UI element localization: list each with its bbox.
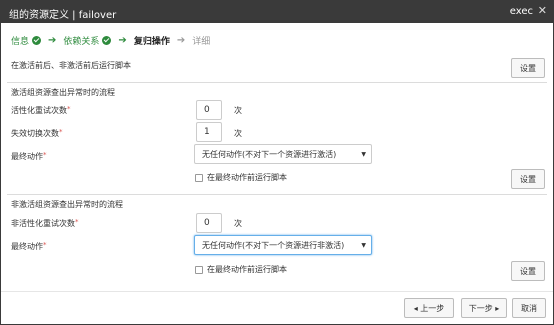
required-mark: * <box>59 128 63 136</box>
activation-retry-input[interactable]: 0 <box>196 100 222 120</box>
deactivation-settings-button-label: 设置 <box>520 266 536 276</box>
deactivation-settings-button[interactable]: 设置 <box>511 261 545 281</box>
divider <box>7 82 547 83</box>
wizard-steps: 信息 ➔ 依赖关系 ➔ 复归操作 ➔ 详细 <box>11 33 210 47</box>
deactivation-retry-unit: 次 <box>234 219 242 228</box>
step-dependency[interactable]: 依赖关系 <box>63 34 112 47</box>
checkbox-box[interactable] <box>195 173 203 182</box>
failover-count-unit: 次 <box>234 129 242 138</box>
required-mark: * <box>67 105 71 113</box>
step-recovery-label: 复归操作 <box>133 36 170 47</box>
activation-retry-label: 活性化重试次数* <box>11 105 71 115</box>
deactivation-final-action-select[interactable]: 无任何动作(不对下一个资源进行非激活) ▼ <box>194 235 372 255</box>
step-detail: 详细 <box>192 34 210 47</box>
failover-count-input[interactable]: 1 <box>196 122 222 142</box>
script-description: 在激活前后、非激活前后运行脚本 <box>11 61 131 70</box>
next-button-label: 下一步 ▸ <box>468 303 500 313</box>
deactivation-retry-value: 0 <box>204 218 210 228</box>
window-title: 组的资源定义 | failover <box>9 10 117 21</box>
divider <box>7 194 547 195</box>
activation-settings-button[interactable]: 设置 <box>511 169 545 189</box>
step-dependency-label: 依赖关系 <box>63 36 100 47</box>
step-info-label: 信息 <box>11 36 30 47</box>
deactivation-section-title: 非激活组资源查出异常时的流程 <box>11 200 123 209</box>
deactivation-final-action-value: 无任何动作(不对下一个资源进行非激活) <box>202 240 345 250</box>
activation-retry-value: 0 <box>204 105 210 115</box>
step-recovery: 复归操作 <box>134 34 170 47</box>
deactivation-final-action-label: 最终动作* <box>11 241 47 251</box>
next-button[interactable]: 下一步 ▸ <box>461 298 507 318</box>
activation-settings-button-label: 设置 <box>520 174 536 184</box>
script-settings-button[interactable]: 设置 <box>511 58 545 78</box>
activation-script-checkbox[interactable]: 在最终动作前运行脚本 <box>195 172 287 183</box>
footer-divider <box>1 291 553 292</box>
resource-definition-dialog: 组的资源定义 | failover exec ✕ 信息 ➔ 依赖关系 ➔ 复归操… <box>0 0 554 325</box>
check-circle-icon <box>32 35 42 45</box>
activation-script-checkbox-label: 在最终动作前运行脚本 <box>207 173 287 182</box>
prev-button[interactable]: ◂ 上一步 <box>404 298 454 318</box>
arrow-right-icon: ➔ <box>118 34 127 46</box>
step-info[interactable]: 信息 <box>11 34 42 47</box>
deactivation-script-checkbox-label: 在最终动作前运行脚本 <box>207 265 287 274</box>
failover-count-label: 失效切换次数* <box>11 128 63 138</box>
check-circle-icon <box>102 35 112 45</box>
activation-final-action-label: 最终动作* <box>11 151 47 161</box>
activation-final-action-select[interactable]: 无任何动作(不对下一个资源进行激活) ▼ <box>194 144 372 164</box>
resource-type-label: exec <box>509 6 533 17</box>
arrow-right-icon: ➔ <box>48 34 57 46</box>
chevron-down-icon: ▼ <box>361 242 366 249</box>
failover-count-value: 1 <box>204 127 210 137</box>
arrow-right-icon: ➔ <box>176 34 186 46</box>
required-mark: * <box>75 218 79 226</box>
title-bar: 组的资源定义 | failover exec ✕ <box>1 1 553 23</box>
required-mark: * <box>43 151 47 159</box>
activation-final-action-value: 无任何动作(不对下一个资源进行激活) <box>202 149 337 159</box>
step-detail-label: 详细 <box>192 36 211 47</box>
cancel-button-label: 取消 <box>521 303 537 313</box>
script-settings-button-label: 设置 <box>520 63 536 73</box>
cancel-button[interactable]: 取消 <box>512 298 546 318</box>
prev-button-label: ◂ 上一步 <box>413 303 445 313</box>
deactivation-retry-label: 非活性化重试次数* <box>11 218 79 228</box>
required-mark: * <box>43 241 47 249</box>
chevron-down-icon: ▼ <box>361 151 366 158</box>
deactivation-script-checkbox[interactable]: 在最终动作前运行脚本 <box>195 264 287 275</box>
activation-section-title: 激活组资源查出异常时的流程 <box>11 88 115 97</box>
close-icon[interactable]: ✕ <box>538 4 547 17</box>
checkbox-box[interactable] <box>195 265 203 274</box>
activation-retry-unit: 次 <box>234 106 242 115</box>
deactivation-retry-input[interactable]: 0 <box>196 213 222 233</box>
